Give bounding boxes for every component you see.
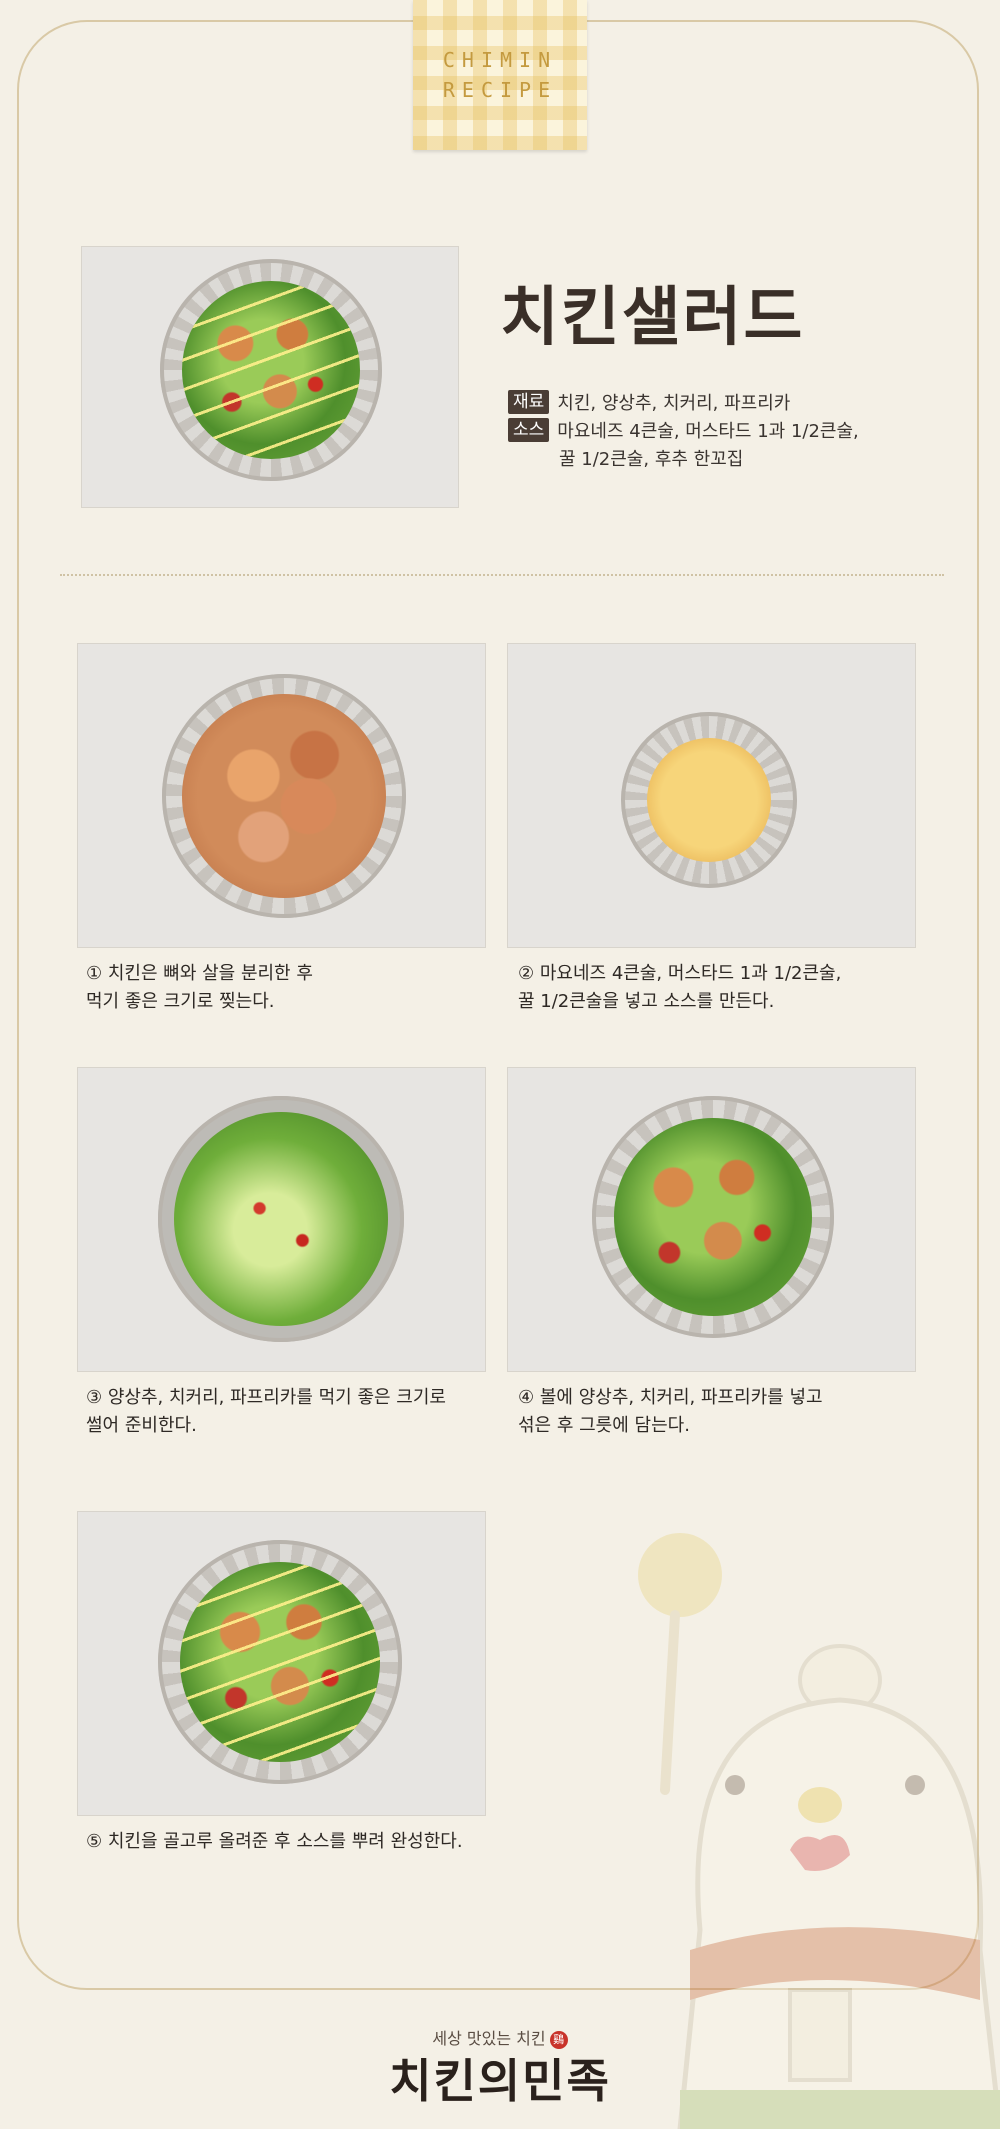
recipe-ribbon: CHIMIN RECIPE: [413, 0, 587, 150]
step-3-text: ③ 양상추, 치커리, 파프리카를 먹기 좋은 크기로 썰어 준비한다.: [86, 1384, 506, 1440]
sauce-row: 소스 마요네즈 4큰술, 머스타드 1과 1/2큰술,: [508, 418, 859, 446]
section-divider: [60, 574, 944, 576]
step-2-photo: [508, 644, 915, 947]
step-4-line-2: 섞은 후 그릇에 담는다.: [518, 1415, 690, 1436]
step-3-photo: [78, 1068, 485, 1371]
recipe-title: 치킨샐러드: [500, 281, 805, 355]
sauce-text-line-1: 마요네즈 4큰술, 머스타드 1과 1/2큰술,: [557, 421, 859, 442]
step-4-photo: [508, 1068, 915, 1371]
ribbon-line-2: RECIPE: [442, 78, 558, 102]
sauce-row-cont: 꿀 1/2큰술, 후추 한꼬집: [559, 446, 743, 474]
hero-photo: [82, 247, 458, 507]
step-1-line-1: ① 치킨은 뼈와 살을 분리한 후: [86, 963, 313, 984]
ingredients-row: 재료 치킨, 양상추, 치커리, 파프리카: [508, 390, 790, 418]
sauce-text-line-2: 꿀 1/2큰술, 후추 한꼬집: [559, 449, 744, 470]
ingredients-text: 치킨, 양상추, 치커리, 파프리카: [557, 393, 791, 414]
ingredients-tag: 재료: [508, 390, 550, 414]
sauce-tag: 소스: [508, 418, 550, 442]
step-3-line-2: 썰어 준비한다.: [86, 1415, 197, 1436]
step-2-line-2: 꿀 1/2큰술을 넣고 소스를 만든다.: [518, 991, 775, 1012]
step-2-text: ② 마요네즈 4큰술, 머스타드 1과 1/2큰술, 꿀 1/2큰술을 넣고 소…: [518, 960, 938, 1016]
step-1-photo: [78, 644, 485, 947]
step-2-line-1: ② 마요네즈 4큰술, 머스타드 1과 1/2큰술,: [518, 963, 842, 984]
step-5-photo: [78, 1512, 485, 1815]
step-5-line-1: ⑤ 치킨을 골고루 올려준 후 소스를 뿌려 완성한다.: [86, 1831, 463, 1852]
step-5-text: ⑤ 치킨을 골고루 올려준 후 소스를 뿌려 완성한다.: [86, 1828, 646, 1856]
ribbon-line-1: CHIMIN: [442, 48, 558, 72]
brand-logo: 치킨의민족: [389, 2054, 611, 2108]
step-1-line-2: 먹기 좋은 크기로 찢는다.: [86, 991, 275, 1012]
step-1-text: ① 치킨은 뼈와 살을 분리한 후 먹기 좋은 크기로 찢는다.: [86, 960, 506, 1016]
step-4-text: ④ 볼에 양상추, 치커리, 파프리카를 넣고 섞은 후 그릇에 담는다.: [518, 1384, 938, 1440]
step-3-line-1: ③ 양상추, 치커리, 파프리카를 먹기 좋은 크기로: [86, 1387, 446, 1408]
step-4-line-1: ④ 볼에 양상추, 치커리, 파프리카를 넣고: [518, 1387, 823, 1408]
